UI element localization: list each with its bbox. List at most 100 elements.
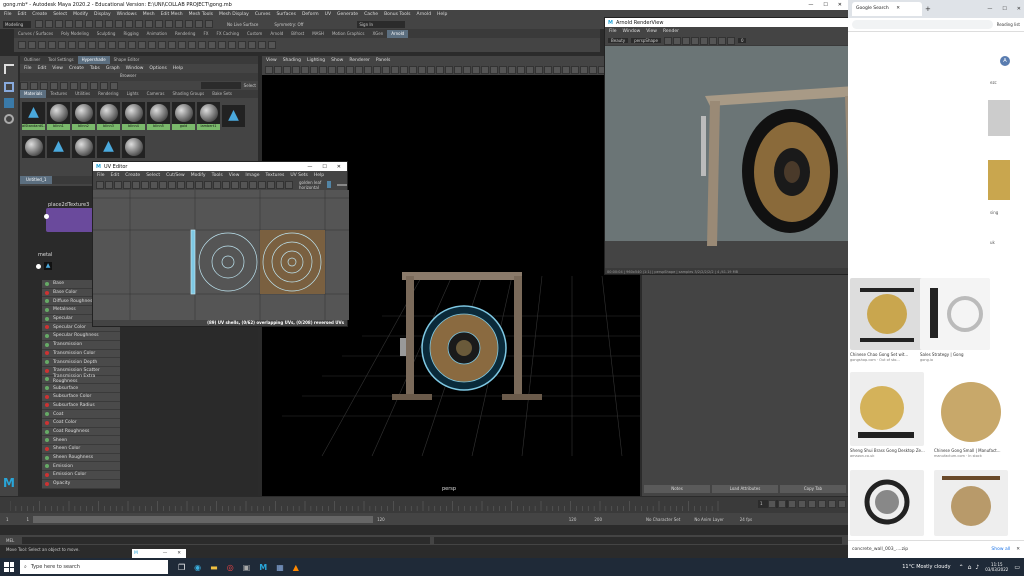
result-thumbnail[interactable] — [934, 372, 1008, 446]
viewport-tool-icon[interactable] — [265, 66, 273, 74]
uv-menu-edit[interactable]: Edit — [111, 173, 120, 178]
range-start[interactable]: 1 — [6, 517, 9, 522]
uv-tool-icon[interactable] — [186, 180, 194, 189]
attribute-port-icon[interactable] — [45, 446, 49, 451]
hypershade-tab-1[interactable]: Tool Settings — [44, 56, 77, 64]
hypershade-tool-icon[interactable] — [40, 81, 48, 90]
material-swatch[interactable]: gold — [172, 102, 195, 130]
shelf-tool-icon[interactable] — [38, 41, 46, 49]
hypershade-tool-icon[interactable] — [90, 81, 98, 90]
viewport-tool-icon[interactable] — [274, 66, 282, 74]
material-swatch[interactable]: blinn5 — [147, 102, 170, 130]
hypershade-tab-3[interactable]: Shape Editor — [110, 56, 144, 64]
shelf-tool-icon[interactable] — [208, 41, 216, 49]
uv-menu-file[interactable]: File — [97, 173, 105, 178]
lasso-tool-icon[interactable] — [4, 82, 14, 92]
shelf-tool-icon[interactable] — [238, 41, 246, 49]
shelf-tab-6[interactable]: FX — [199, 30, 212, 38]
clock[interactable]: 11:15 03/03/2022 — [985, 562, 1008, 572]
status-tool-icon[interactable] — [205, 20, 213, 28]
result-thumbnail[interactable] — [934, 470, 1008, 536]
range-bar[interactable] — [33, 515, 374, 523]
attribute-row[interactable]: Subsurface Radius — [42, 401, 120, 411]
attribute-port-icon[interactable] — [45, 316, 49, 321]
attribute-port-icon[interactable] — [45, 377, 49, 382]
playback-icon[interactable] — [838, 500, 846, 508]
attribute-port-icon[interactable] — [45, 455, 49, 460]
status-tool-icon[interactable] — [155, 20, 163, 28]
uv-tool-icon[interactable] — [285, 180, 293, 189]
minimize-icon[interactable]: — — [987, 6, 992, 12]
avatar[interactable]: A — [1000, 56, 1010, 66]
browser-tab-0[interactable]: Materials — [20, 90, 47, 98]
status-tool-icon[interactable] — [175, 20, 183, 28]
uv-tool-icon[interactable] — [132, 180, 140, 189]
move-tool-icon[interactable] — [4, 98, 14, 108]
attribute-port-icon[interactable] — [45, 368, 49, 373]
browser-tab-7[interactable]: Bake Sets — [208, 90, 236, 98]
render-tool-icon[interactable] — [690, 36, 699, 45]
maya-taskbar-icon[interactable]: M — [259, 563, 267, 572]
attribute-row[interactable]: Sheen Roughness — [42, 453, 120, 463]
material-swatch[interactable]: ▲ — [222, 105, 245, 127]
show-all-button[interactable]: Show all — [991, 547, 1010, 552]
uv-tool-icon[interactable] — [123, 180, 131, 189]
address-bar[interactable] — [852, 20, 993, 29]
maximize-icon[interactable]: ☐ — [823, 2, 827, 8]
uv-tool-icon[interactable] — [276, 180, 284, 189]
material-swatch[interactable] — [72, 136, 95, 158]
weather[interactable]: 11°C Mostly cloudy — [902, 564, 950, 570]
viewport-tool-icon[interactable] — [346, 66, 354, 74]
menu-mesh[interactable]: Mesh — [143, 12, 155, 17]
render-tool-icon[interactable] — [708, 36, 717, 45]
playback-icon[interactable] — [808, 500, 816, 508]
material-swatch[interactable]: ▲ — [47, 136, 70, 158]
menu-edit[interactable]: Edit — [18, 12, 27, 17]
shelf-tool-icon[interactable] — [98, 41, 106, 49]
shelf-tool-icon[interactable] — [138, 41, 146, 49]
material-swatch[interactable]: ▲ aiStandardS... — [22, 102, 45, 130]
maximize-icon[interactable]: ☐ — [322, 164, 326, 170]
attribute-port-icon[interactable] — [45, 438, 49, 443]
attribute-port-icon[interactable] — [45, 299, 49, 304]
playback-icon[interactable] — [778, 500, 786, 508]
playback-icon[interactable] — [798, 500, 806, 508]
result-thumbnail[interactable] — [850, 278, 924, 350]
volume-icon[interactable]: ♪ — [975, 564, 979, 571]
shelf-tab-4[interactable]: Animation — [143, 30, 171, 38]
browser-tab-6[interactable]: Shading Groups — [168, 90, 208, 98]
range-max[interactable]: 200 — [594, 517, 602, 522]
attribute-port-icon[interactable] — [45, 325, 49, 330]
uv-menu-image[interactable]: Image — [245, 173, 259, 178]
shelf-tab-8[interactable]: Custom — [243, 30, 266, 38]
shelf-tab-5[interactable]: Rendering — [171, 30, 199, 38]
place2d-node[interactable] — [46, 208, 94, 232]
result-thumbnail[interactable] — [988, 160, 1010, 200]
render-tool-icon[interactable] — [681, 36, 690, 45]
attribute-port-icon[interactable] — [45, 403, 49, 408]
camera-select[interactable]: perspShape — [631, 38, 661, 43]
status-tool-icon[interactable] — [45, 20, 53, 28]
app-taskbar-icon[interactable]: ▦ — [276, 563, 284, 572]
material-swatch[interactable] — [122, 136, 145, 158]
render-tool-icon[interactable] — [663, 36, 672, 45]
taskbar-search[interactable]: ⌕ Type here to search — [20, 560, 168, 574]
viewport-tool-icon[interactable] — [463, 66, 471, 74]
uv-tool-icon[interactable] — [231, 180, 239, 189]
result-caption[interactable]: Chinese Gong Small | Manufact... — [934, 448, 1001, 453]
menu-curves[interactable]: Curves — [255, 12, 271, 17]
result-caption[interactable]: Sheng Shui Brass Gong Desktop Ze... — [850, 448, 925, 453]
result-thumbnail[interactable] — [920, 278, 990, 350]
browser-tab-1[interactable]: Textures — [46, 90, 71, 98]
hypershade-tool-icon[interactable] — [60, 81, 68, 90]
sign-in[interactable]: Sign In — [357, 20, 406, 28]
viewport-tool-icon[interactable] — [319, 66, 327, 74]
attribute-port-icon[interactable] — [45, 333, 49, 338]
result-thumbnail[interactable] — [850, 470, 924, 536]
network-icon[interactable]: ⌂ — [968, 564, 972, 571]
viewport-tool-icon[interactable] — [508, 66, 516, 74]
edge-icon[interactable]: ◉ — [194, 563, 201, 572]
uv-tool-icon[interactable] — [204, 180, 212, 189]
rv-menu-file[interactable]: File — [609, 29, 617, 34]
playback-icon[interactable] — [828, 500, 836, 508]
